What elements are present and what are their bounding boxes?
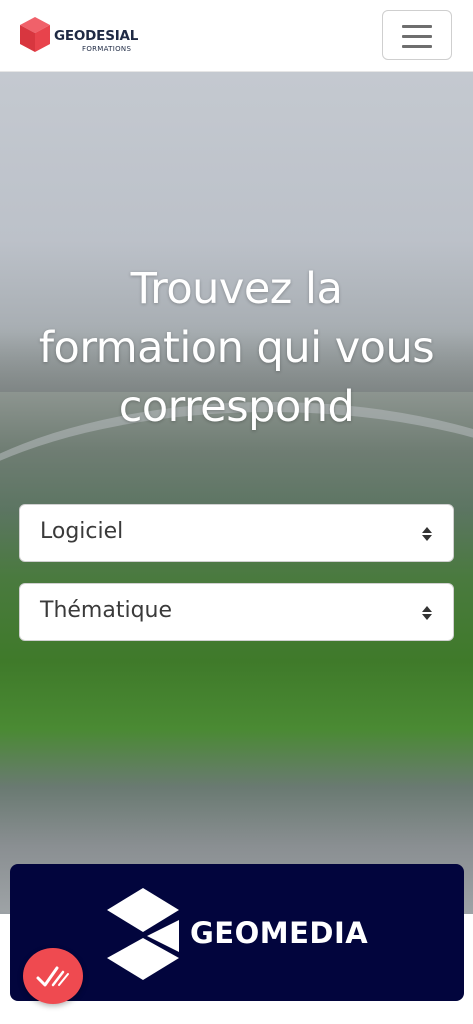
hero-section: Trouvez la formation qui vous correspond [0, 72, 473, 914]
theme-select[interactable]: Thématique [19, 583, 454, 641]
hamburger-icon-line [402, 35, 432, 38]
theme-select-value: Thématique [40, 598, 173, 623]
hero-title-line: formation qui vous [38, 323, 435, 373]
logo-name: GEODESIAL [54, 28, 139, 44]
top-navbar: GEODESIAL FORMATIONS [0, 0, 473, 72]
select-arrows-icon [422, 606, 432, 620]
software-select[interactable]: Logiciel [19, 504, 454, 562]
software-select-value: Logiciel [40, 519, 124, 544]
hero-title-line: Trouvez la [130, 264, 343, 314]
geomedia-brand-name: GEOMEDIA [190, 916, 369, 950]
menu-toggle-button[interactable] [382, 10, 452, 60]
cube-icon [20, 17, 50, 52]
geodesial-logo[interactable]: GEODESIAL FORMATIONS [18, 14, 158, 58]
select-arrows-icon [422, 527, 432, 541]
hero-title: Trouvez la formation qui vous correspond [0, 260, 473, 437]
hero-title-line: correspond [118, 382, 355, 432]
hamburger-icon-line [402, 45, 432, 48]
hamburger-icon [402, 25, 432, 28]
logo-subtitle: FORMATIONS [82, 45, 132, 53]
geomedia-logo-icon [107, 888, 179, 980]
floating-action-button[interactable] [23, 948, 83, 1004]
check-marks-icon [36, 966, 69, 987]
